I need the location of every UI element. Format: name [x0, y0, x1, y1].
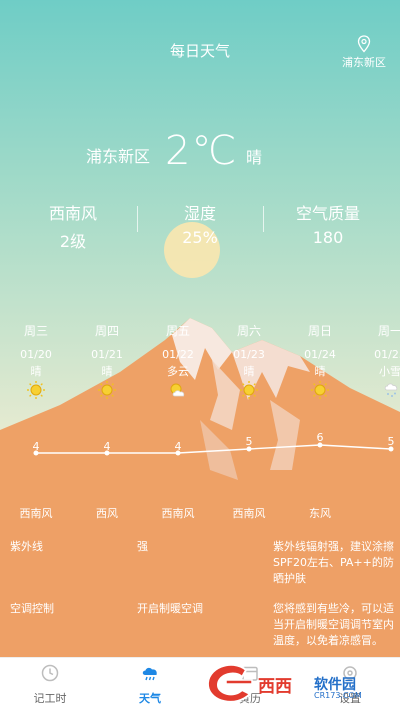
metric-divider	[137, 206, 138, 232]
humidity-metric: 湿度 25%	[140, 200, 260, 247]
forecast-condition: 晴	[30, 365, 42, 378]
forecast-date: 01/21	[91, 348, 123, 361]
forecast-day[interactable]: 周日 01/24 晴	[290, 322, 350, 379]
forecast-wind: 西南风	[161, 507, 195, 520]
metric-label: 空气质量	[295, 204, 360, 223]
forecast-weekday: 周四	[94, 324, 119, 338]
forecast-condition: 晴	[243, 365, 255, 378]
metric-value: 25%	[182, 228, 218, 247]
uv-level: 强	[137, 540, 148, 553]
forecast-weekday: 周三	[23, 324, 48, 338]
sun-icon	[240, 381, 258, 399]
cloud-rain-icon	[142, 667, 157, 681]
current-temperature: 2℃	[165, 128, 238, 174]
forecast-day[interactable]: 周六 01/23 晴	[219, 322, 279, 379]
forecast-temp: 6	[316, 431, 324, 444]
watermark-logo	[206, 663, 253, 703]
forecast-condition: 晴	[101, 365, 113, 378]
metric-label: 西南风	[48, 204, 97, 223]
location-pin-icon[interactable]	[357, 35, 371, 53]
watermark-text: 西西	[258, 677, 292, 697]
metric-value: 2级	[59, 232, 87, 251]
metric-divider	[263, 206, 264, 232]
uv-label: 紫外线	[10, 540, 43, 553]
sun-icon	[98, 381, 116, 399]
forecast-weekday: 周日	[307, 324, 332, 338]
forecast-temp: 5	[245, 435, 253, 448]
forecast-date: 01/25	[374, 348, 400, 361]
watermark-url: CR173.COM	[314, 691, 362, 700]
site-watermark: 西西 软件园 CR173.COM	[196, 658, 400, 711]
air-quality-metric: 空气质量 180	[268, 200, 388, 247]
tab-weather[interactable]: 天气	[100, 658, 200, 711]
forecast-weekday: 周六	[236, 324, 261, 338]
forecast-temp: 4	[32, 440, 40, 453]
forecast-date: 01/20	[20, 348, 52, 361]
metric-label: 湿度	[183, 204, 216, 223]
partly-cloudy-icon	[170, 383, 185, 397]
weather-screen: 每日天气 浦东新区 浦东新区 2℃ 晴 西南风 2级 湿度 25% 空气质量 1…	[0, 0, 400, 711]
forecast-temp: 4	[103, 440, 111, 453]
forecast-day[interactable]: 周一 01/25 小雪	[360, 322, 400, 379]
forecast-day[interactable]: 周四 01/21 晴	[77, 322, 137, 379]
forecast-wind: 西风	[96, 507, 118, 520]
forecast-date: 01/22	[162, 348, 194, 361]
current-city: 浦东新区	[86, 147, 151, 166]
forecast-day[interactable]: 周五 01/22 多云	[148, 322, 208, 379]
metric-value: 180	[312, 228, 344, 247]
forecast-weekday: 周五	[165, 324, 190, 338]
sun-icon	[311, 381, 329, 399]
uv-advice: 紫外线辐射强，建议涂擦SPF20左右、PA++的防晒护肤	[273, 540, 394, 585]
snow-icon	[384, 383, 398, 397]
forecast-weekday: 周一	[377, 324, 400, 338]
forecast-date: 01/24	[304, 348, 336, 361]
tab-label: 天气	[139, 692, 161, 705]
forecast-wind: 东风	[309, 507, 331, 520]
clock-icon	[41, 664, 59, 682]
forecast-wind: 西南风	[232, 507, 266, 520]
forecast-temp: 5	[387, 435, 395, 448]
forecast-condition: 多云	[167, 365, 189, 378]
current-condition: 晴	[246, 148, 263, 167]
forecast-day[interactable]: 周三 01/20 晴	[6, 322, 66, 379]
tab-label: 记工时	[33, 692, 67, 705]
forecast-date: 01/23	[233, 348, 265, 361]
wind-metric: 西南风 2级	[13, 200, 133, 252]
location-selector[interactable]: 浦东新区	[337, 54, 391, 70]
ac-control-level: 开启制暖空调	[137, 602, 203, 615]
forecast-condition: 晴	[314, 365, 326, 378]
ac-control-label: 空调控制	[10, 602, 54, 615]
temperature-trend-line	[33, 442, 394, 456]
ac-control-advice: 您将感到有些冷，可以适当开启制暖空调调节室内温度，以免着凉感冒。	[273, 602, 394, 647]
sun-icon	[27, 381, 45, 399]
tab-work-hours[interactable]: 记工时	[0, 658, 100, 711]
forecast-wind: 西南风	[19, 507, 53, 520]
forecast-condition: 小雪	[379, 365, 400, 378]
forecast-temp: 4	[174, 440, 182, 453]
